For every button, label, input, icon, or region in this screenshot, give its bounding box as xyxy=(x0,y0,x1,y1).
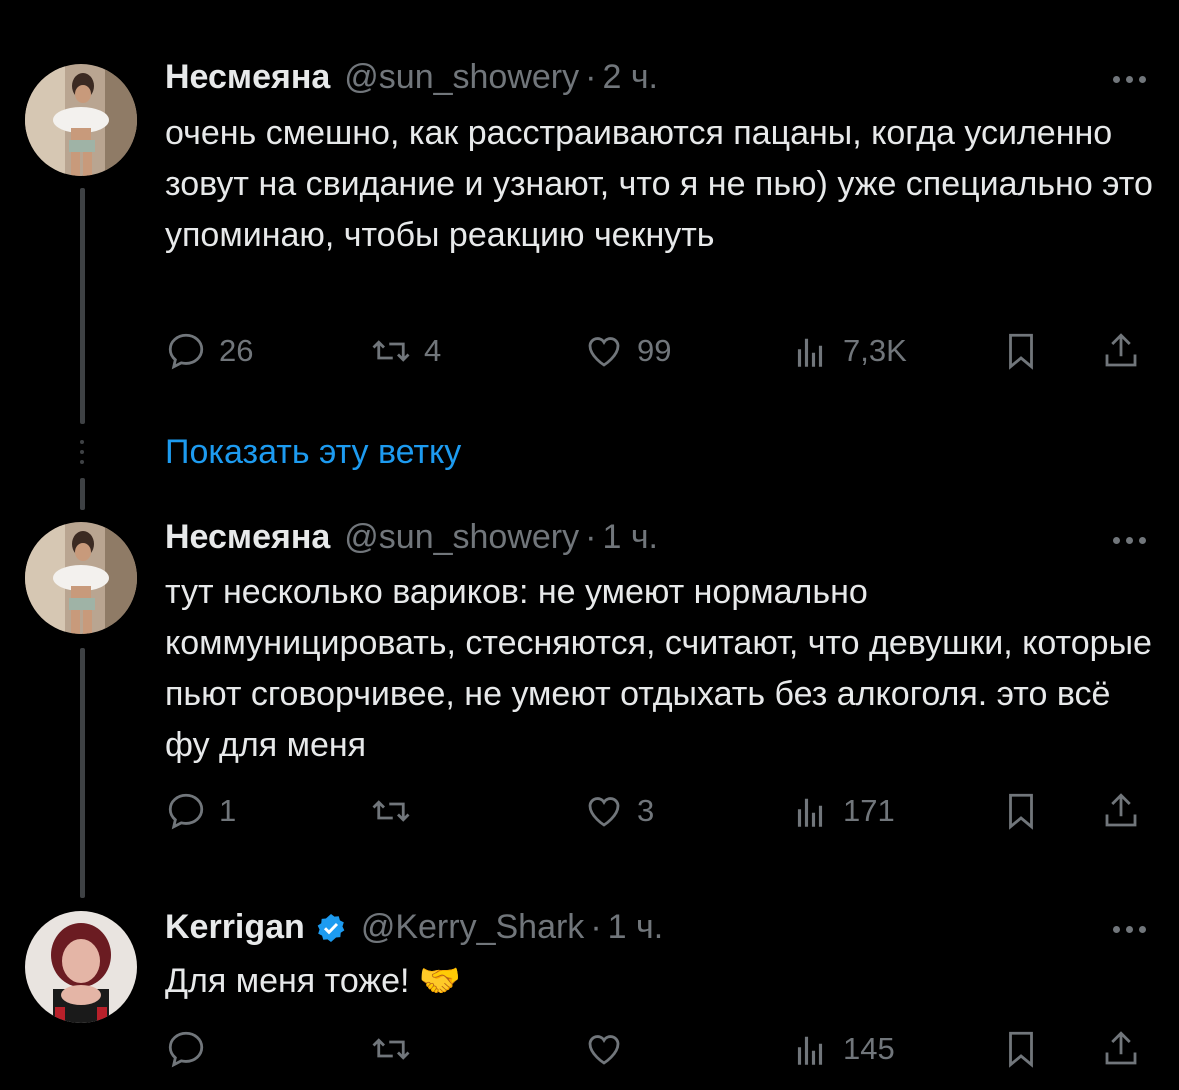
author-handle[interactable]: @Kerry_Shark xyxy=(361,908,584,947)
timestamp[interactable]: 1 ч. xyxy=(602,518,658,557)
reply-button[interactable]: 1 xyxy=(165,790,236,832)
more-icon[interactable] xyxy=(1113,76,1146,83)
tweet-actions: 145 xyxy=(165,1028,1155,1078)
share-button[interactable] xyxy=(1100,1028,1142,1070)
retweet-icon xyxy=(372,1038,410,1060)
retweet-count: 4 xyxy=(424,333,442,368)
thread-line xyxy=(80,648,85,898)
thread-line xyxy=(80,188,85,424)
tweet-text: тут несколько вариков: не умеют нормальн… xyxy=(165,573,1152,764)
tweet-header: Несмеяна @sun_showery · 1 ч. xyxy=(165,518,658,557)
tweet-actions: 1 3 171 xyxy=(165,790,1155,840)
reply-icon xyxy=(168,333,204,370)
avatar[interactable] xyxy=(25,64,137,176)
like-count: 99 xyxy=(637,333,672,368)
tweet-text: Для меня тоже! 🤝 xyxy=(165,962,462,1000)
reply-button[interactable] xyxy=(165,1028,219,1070)
like-icon xyxy=(588,337,620,367)
like-button[interactable]: 3 xyxy=(583,790,654,832)
tweet-actions: 26 4 99 7,3K xyxy=(165,330,1155,380)
reply-count: 26 xyxy=(219,333,254,368)
avatar[interactable] xyxy=(25,911,137,1023)
like-icon xyxy=(588,797,620,827)
retweet-button[interactable] xyxy=(370,790,424,832)
author-name[interactable]: Kerrigan xyxy=(165,908,305,947)
views-count: 7,3K xyxy=(843,333,907,368)
more-icon[interactable] xyxy=(1113,926,1146,933)
share-button[interactable] xyxy=(1100,790,1142,832)
bookmark-icon xyxy=(1009,333,1033,370)
more-icon[interactable] xyxy=(1113,537,1146,544)
thread-line xyxy=(80,478,85,510)
like-button[interactable]: 99 xyxy=(583,330,671,372)
separator-dot: · xyxy=(585,58,597,96)
share-icon xyxy=(1105,333,1137,367)
author-handle[interactable]: @sun_showery xyxy=(344,58,579,97)
views-button[interactable]: 145 xyxy=(789,1028,895,1070)
separator-dot: · xyxy=(585,518,597,556)
reply-icon xyxy=(168,1031,204,1068)
show-thread-link[interactable]: Показать эту ветку xyxy=(165,433,461,472)
separator-dot: · xyxy=(590,908,602,946)
retweet-button[interactable]: 4 xyxy=(370,330,441,372)
tweet-header: Несмеяна @sun_showery · 2 ч. xyxy=(165,58,658,97)
timestamp[interactable]: 2 ч. xyxy=(602,58,658,97)
views-icon xyxy=(797,338,823,367)
reply-button[interactable]: 26 xyxy=(165,330,253,372)
retweet-button[interactable] xyxy=(370,1028,424,1070)
tweet-header: Kerrigan @Kerry_Shark · 1 ч. xyxy=(165,908,663,947)
author-handle[interactable]: @sun_showery xyxy=(344,518,579,557)
share-icon xyxy=(1105,793,1137,827)
bookmark-button[interactable] xyxy=(1000,330,1042,372)
verified-icon xyxy=(317,913,345,942)
views-icon xyxy=(797,1036,823,1065)
bookmark-button[interactable] xyxy=(1000,1028,1042,1070)
avatar[interactable] xyxy=(25,522,137,634)
views-count: 171 xyxy=(843,793,895,828)
share-button[interactable] xyxy=(1100,330,1142,372)
views-button[interactable]: 171 xyxy=(789,790,895,832)
views-count: 145 xyxy=(843,1031,895,1066)
timestamp[interactable]: 1 ч. xyxy=(608,908,664,947)
share-icon xyxy=(1105,1031,1137,1065)
reply-icon xyxy=(168,793,204,830)
reply-count: 1 xyxy=(219,793,237,828)
retweet-icon xyxy=(372,800,410,822)
bookmark-icon xyxy=(1009,1031,1033,1068)
bookmark-icon xyxy=(1009,793,1033,830)
author-name[interactable]: Несмеяна xyxy=(165,58,330,97)
like-count: 3 xyxy=(637,793,655,828)
like-button[interactable] xyxy=(583,1028,637,1070)
tweet-text: очень смешно, как расстраиваются пацаны,… xyxy=(165,114,1153,254)
author-name[interactable]: Несмеяна xyxy=(165,518,330,557)
retweet-icon xyxy=(372,340,410,362)
like-icon xyxy=(588,1035,620,1065)
bookmark-button[interactable] xyxy=(1000,790,1042,832)
thread-dots xyxy=(80,440,85,470)
views-icon xyxy=(797,798,823,827)
views-button[interactable]: 7,3K xyxy=(789,330,907,372)
